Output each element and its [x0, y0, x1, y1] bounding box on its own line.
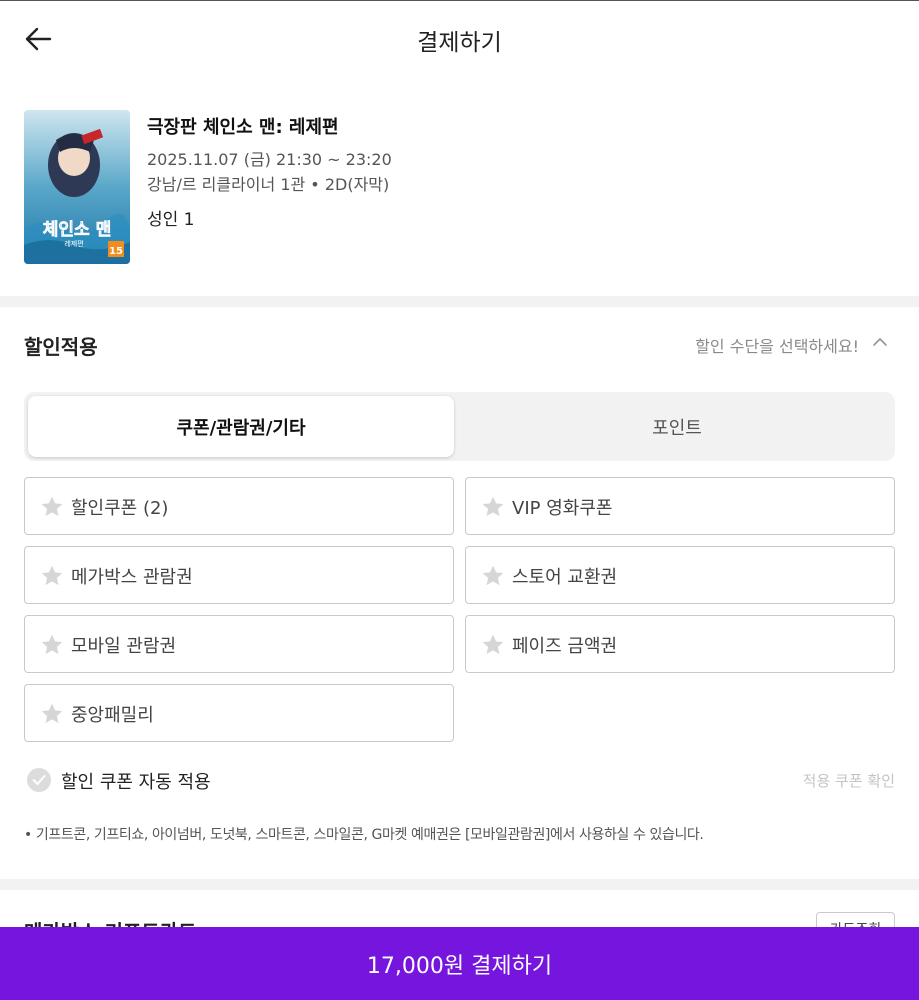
star-icon — [482, 565, 504, 586]
tab-point[interactable]: 포인트 — [464, 396, 890, 457]
movie-poster: 체인소 맨 레제편 15 — [24, 110, 130, 264]
star-icon — [41, 496, 63, 517]
star-icon — [482, 634, 504, 655]
option-store-voucher[interactable]: 스토어 교환권 — [465, 546, 895, 604]
poster-title: 체인소 맨 — [43, 220, 111, 240]
section-divider — [0, 879, 919, 890]
option-label: 스토어 교환권 — [512, 567, 618, 588]
auto-apply-row: 할인 쿠폰 자동 적용 적용 쿠폰 확인 — [24, 764, 895, 796]
option-label: 페이즈 금액권 — [512, 636, 618, 657]
option-vip-coupon[interactable]: VIP 영화쿠폰 — [465, 477, 895, 535]
option-joongang-family[interactable]: 중앙패밀리 — [24, 684, 454, 742]
option-label: 모바일 관람권 — [71, 636, 177, 657]
option-discount-coupon[interactable]: 할인쿠폰 (2) — [24, 477, 454, 535]
header: 결제하기 — [0, 1, 919, 76]
discount-hint: 할인 수단을 선택하세요! — [695, 337, 859, 356]
option-mobile-ticket[interactable]: 모바일 관람권 — [24, 615, 454, 673]
star-icon — [41, 634, 63, 655]
movie-summary: 체인소 맨 레제편 15 극장판 체인소 맨: 레제편 2025.11.07 (… — [0, 100, 919, 280]
star-icon — [482, 496, 504, 517]
poster-subtitle: 레제편 — [64, 239, 83, 248]
discount-header[interactable]: 할인적용 할인 수단을 선택하세요! — [0, 307, 919, 379]
auto-apply-label[interactable]: 할인 쿠폰 자동 적용 — [61, 768, 211, 794]
option-megabox-ticket[interactable]: 메가박스 관람권 — [24, 546, 454, 604]
section-divider — [0, 296, 919, 307]
movie-venue: 강남/르 리클라이너 1관 • 2D(자막) — [147, 175, 390, 194]
poster-rating: 15 — [109, 246, 123, 257]
star-icon — [41, 703, 63, 724]
tab-coupon-ticket-etc[interactable]: 쿠폰/관람권/기타 — [28, 396, 454, 457]
pay-button[interactable]: 17,000원 결제하기 — [0, 927, 919, 1000]
star-icon — [41, 565, 63, 586]
movie-title: 극장판 체인소 맨: 레제편 — [147, 117, 339, 138]
movie-datetime: 2025.11.07 (금) 21:30 ~ 23:20 — [147, 150, 392, 169]
page-title: 결제하기 — [417, 30, 502, 56]
discount-title: 할인적용 — [24, 335, 98, 359]
discount-tabs: 쿠폰/관람권/기타 포인트 — [24, 392, 895, 461]
notice-text: • 기프트콘, 기프티쇼, 아이넘버, 도넛북, 스마트콘, 스마일콘, G마켓… — [24, 827, 704, 843]
movie-people: 성인 1 — [147, 210, 195, 230]
option-label: 할인쿠폰 (2) — [71, 498, 169, 519]
giftcard-section: 메가박스 기프트카드 카드조회 — [0, 890, 919, 930]
chevron-up-icon[interactable] — [871, 333, 889, 351]
option-label: 메가박스 관람권 — [71, 567, 193, 588]
applied-coupon-link[interactable]: 적용 쿠폰 확인 — [803, 770, 895, 791]
option-phase-gift-amount[interactable]: 페이즈 금액권 — [465, 615, 895, 673]
option-label: VIP 영화쿠폰 — [512, 498, 613, 519]
check-icon[interactable] — [27, 768, 51, 792]
option-label: 중앙패밀리 — [71, 705, 154, 726]
